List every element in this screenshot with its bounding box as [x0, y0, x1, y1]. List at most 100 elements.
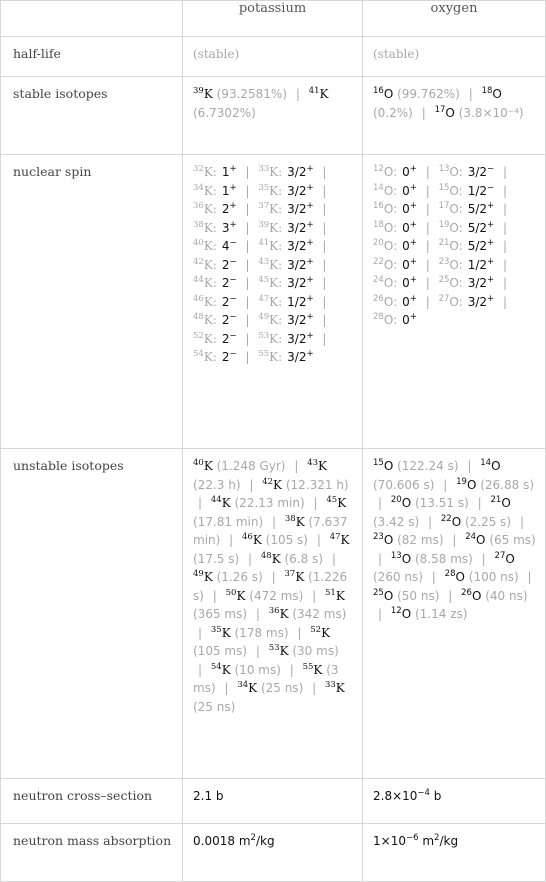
nuclear-spin-potassium: 32K: 1+ | 33K: 3/2+ | 34K: 1+ | 35K: 3/2+ | …: [182, 154, 363, 449]
separator: |: [229, 533, 234, 547]
isotope-entry: 25O (50 ns): [373, 588, 439, 602]
mass-number: 16: [373, 201, 384, 211]
parity: −: [229, 275, 237, 285]
mass-number: 24: [465, 532, 477, 542]
isotope-symbol: 32K:: [193, 164, 217, 179]
mass-number: 34: [237, 680, 249, 690]
mass-number: 12: [373, 164, 384, 174]
isotope-entry: 44K (22.13 min): [211, 496, 305, 510]
spin-entry: 53K: 3/2+: [258, 330, 313, 345]
spin-entry: 41K: 3/2+: [258, 239, 313, 253]
isotope-value: (65 ms): [489, 533, 536, 547]
isotope-value: (10 ms): [234, 662, 281, 677]
mass-number: 39: [258, 219, 270, 230]
parity: −: [229, 312, 237, 322]
separator: |: [443, 477, 448, 492]
isotope-entry: 49K (1.26 s): [193, 570, 263, 584]
separator: |: [316, 533, 321, 547]
spin-entry: 54K: 2−: [193, 350, 237, 364]
mass-number: 19: [456, 476, 467, 487]
isotope-symbol: 48K:: [193, 312, 217, 327]
separator: |: [271, 570, 276, 584]
spin-entry: 36K: 2+: [193, 202, 237, 216]
parity: +: [306, 164, 314, 174]
spin-entry: 48K: 2−: [193, 313, 237, 327]
separator: |: [322, 313, 327, 327]
mass-number: 27: [494, 550, 506, 561]
isotope-symbol: 39K: [193, 86, 213, 101]
spin-value: 5/2+: [467, 201, 495, 216]
mass-number: 43: [258, 256, 270, 267]
parity: +: [487, 293, 495, 304]
separator: |: [425, 257, 430, 272]
separator: |: [431, 570, 436, 584]
separator: |: [297, 625, 302, 640]
separator: |: [272, 514, 277, 529]
isotope-entry: 36K (342 ms): [269, 607, 347, 621]
spin-entry: 44K: 2−: [193, 276, 237, 290]
parity: −: [487, 164, 495, 174]
isotope-entry: 34K (25 ns): [237, 681, 303, 695]
isotope-symbol: 37K: [284, 569, 305, 584]
isotope-value: (1.248 Gyr): [216, 459, 286, 473]
mass-number: 48: [193, 312, 204, 322]
spin-entry: 25O: 3/2+: [439, 276, 495, 290]
parity: +: [229, 164, 237, 174]
separator: |: [502, 165, 507, 179]
cross-section-oxygen: 2.8×10−4 b: [362, 778, 546, 824]
isotope-symbol: 35K:: [258, 182, 283, 198]
isotope-symbol: 22O:: [373, 256, 398, 272]
separator: |: [322, 276, 327, 290]
isotope-value: (3.8×10⁻⁴): [458, 105, 524, 120]
row-label: unstable isotopes: [0, 448, 183, 779]
isotope-symbol: 15O:: [438, 182, 463, 198]
parity: −: [229, 238, 237, 248]
separator: |: [425, 239, 430, 253]
spin-value: 1+: [221, 182, 237, 198]
isotope-entry: 12O (1.14 zs): [391, 607, 468, 621]
isotope-value: (17.81 min): [193, 514, 264, 529]
mass-number: 52: [193, 330, 204, 341]
separator: |: [322, 257, 327, 272]
mass-number: 35: [210, 624, 222, 635]
spin-value: 3/2+: [287, 256, 314, 272]
isotope-symbol: 13O: [390, 550, 412, 566]
spin-value: 1/2+: [467, 256, 495, 272]
isotope-symbol: 43K: [307, 458, 327, 473]
spin-entry: 55K: 3/2+: [258, 350, 313, 364]
separator: |: [245, 313, 250, 327]
parity: +: [306, 275, 314, 285]
spin-value: 0+: [402, 312, 417, 327]
isotope-entry: 24O (65 ms): [465, 533, 536, 547]
isotope-symbol: 35K: [210, 624, 231, 640]
spin-value: 5/2+: [467, 219, 495, 235]
parity: +: [306, 256, 314, 267]
spin-entry: 42K: 2−: [193, 256, 237, 271]
isotope-symbol: 36K:: [193, 201, 217, 216]
mass-number: 44: [210, 495, 222, 505]
spin-value: 0+: [402, 164, 417, 179]
quantity-exponent: −4: [417, 788, 430, 798]
mass-number: 53: [258, 330, 270, 341]
mass-number: 28: [444, 569, 456, 579]
separator: |: [245, 257, 250, 272]
spin-value: 3/2+: [287, 238, 314, 253]
mass-number: 14: [480, 458, 492, 468]
isotope-symbol: 20O: [390, 495, 412, 510]
spin-value: 1/2−: [467, 182, 495, 198]
unstable-isotopes-potassium: 40K (1.248 Gyr) | 43K (22.3 h) | 42K (12…: [182, 448, 363, 779]
isotope-entry: 20O (13.51 s): [391, 496, 469, 510]
isotope-symbol: 16O:: [373, 201, 398, 216]
isotope-symbol: 17O:: [438, 201, 463, 216]
parity: +: [487, 275, 495, 285]
isotope-symbol: 53K: [268, 643, 289, 658]
separator: |: [312, 588, 317, 603]
isotope-symbol: 44K:: [193, 275, 217, 290]
spin-value: 2−: [221, 330, 237, 346]
mass-number: 47: [329, 532, 341, 542]
separator: |: [502, 276, 507, 290]
isotope-symbol: 19O:: [438, 219, 463, 235]
separator: |: [467, 459, 472, 473]
mass-number: 42: [193, 256, 204, 267]
separator: |: [322, 220, 327, 235]
